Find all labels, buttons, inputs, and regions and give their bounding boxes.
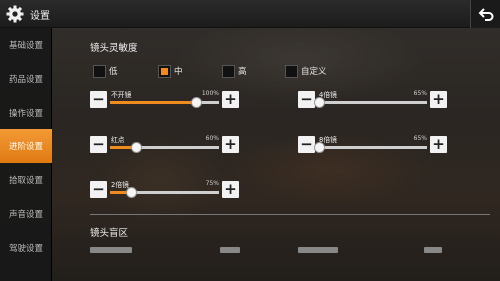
top-bar: 设置 [0,0,500,28]
partial-control [220,247,240,253]
increase-button[interactable]: + [222,136,239,153]
sidebar-item-controls[interactable]: 操作设置 [0,96,52,130]
section-title-aim-zone: 镜头盲区 [90,228,129,239]
slider-track[interactable] [110,187,219,198]
option-label: 中 [174,67,183,77]
option-low[interactable]: 低 [93,64,118,78]
partial-control [298,247,338,253]
slider-handle[interactable] [314,97,326,108]
gear-icon [6,5,24,23]
slider-track[interactable] [314,97,427,108]
slider-no-scope: − 不开镜 100% + [90,90,239,111]
slider-red-dot: − 红点 60% + [90,135,239,156]
slider-handle[interactable] [131,142,143,153]
settings-sidebar: 基础设置 药品设置 操作设置 进阶设置 拾取设置 声音设置 驾驶设置 [0,28,52,281]
slider-4x-scope: − 4倍镜 65% + [298,90,447,111]
page-title: 设置 [30,11,50,22]
section-divider [90,214,490,215]
slider-2x-scope: − 2倍镜 75% + [90,180,239,201]
checkbox[interactable] [222,64,235,78]
slider-value: 60% [205,135,219,142]
return-arrow-icon [478,8,493,21]
slider-track[interactable] [314,142,427,153]
slider-handle[interactable] [125,187,137,198]
option-label: 自定义 [301,67,327,77]
settings-content: 镜头灵敏度 低 中 高 自定义 − 不开镜 100% + − 4倍镜 65% +… [52,28,500,281]
slider-value: 65% [413,135,427,142]
slider-value: 100% [201,90,219,97]
slider-track[interactable] [110,142,219,153]
sidebar-item-driving[interactable]: 驾驶设置 [0,231,52,265]
option-label: 低 [109,67,118,77]
option-custom[interactable]: 自定义 [285,64,327,78]
slider-handle[interactable] [191,97,203,108]
slider-label: 不开镜 [111,91,132,99]
decrease-button[interactable]: − [298,136,315,153]
option-medium[interactable]: 中 [158,64,183,78]
checkbox[interactable] [285,64,298,78]
decrease-button[interactable]: − [90,136,107,153]
partial-control [90,247,132,253]
sidebar-item-advanced[interactable]: 进阶设置 [0,129,52,163]
decrease-button[interactable]: − [90,181,107,198]
sidebar-item-pickup[interactable]: 拾取设置 [0,163,52,197]
checkbox[interactable] [93,64,106,78]
slider-value: 75% [205,180,219,187]
slider-value: 65% [413,90,427,97]
sidebar-item-sound[interactable]: 声音设置 [0,197,52,231]
slider-fill [110,101,197,104]
decrease-button[interactable]: − [298,91,315,108]
increase-button[interactable]: + [222,91,239,108]
increase-button[interactable]: + [430,91,447,108]
back-button[interactable] [470,0,500,28]
increase-button[interactable]: + [430,136,447,153]
section-title-sensitivity: 镜头灵敏度 [90,43,138,54]
checkbox-checked[interactable] [158,64,171,78]
sidebar-item-basic[interactable]: 基础设置 [0,28,52,62]
option-label: 高 [238,67,247,77]
sidebar-item-medicine[interactable]: 药品设置 [0,62,52,96]
slider-handle[interactable] [314,142,326,153]
slider-track[interactable] [110,97,219,108]
slider-8x-scope: − 8倍镜 65% + [298,135,447,156]
decrease-button[interactable]: − [90,91,107,108]
partial-control [424,247,442,253]
option-high[interactable]: 高 [222,64,247,78]
slider-label: 红点 [111,136,125,144]
increase-button[interactable]: + [222,181,239,198]
slider-label: 2倍镜 [111,181,129,189]
